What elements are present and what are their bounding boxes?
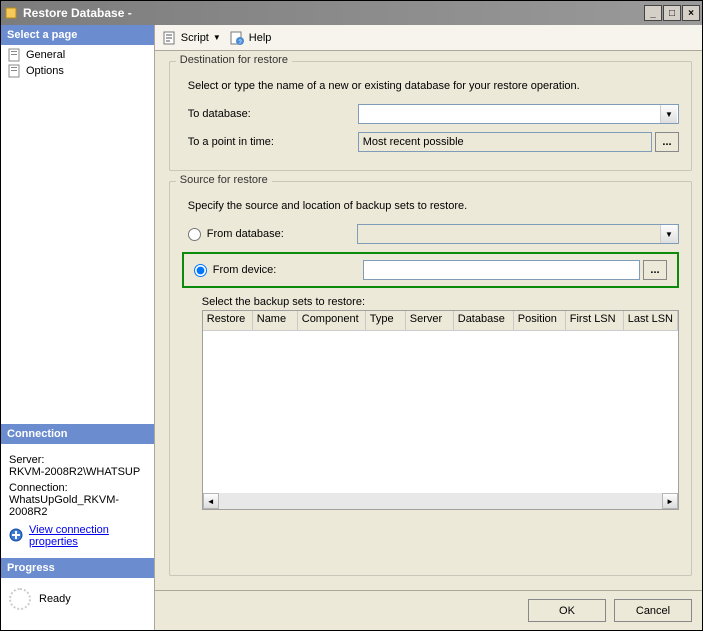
sidebar: Select a page General Options Connection… bbox=[1, 25, 155, 630]
main-panel: Script ▼ ? Help Destination for restore … bbox=[155, 25, 702, 630]
nav-item-options[interactable]: Options bbox=[1, 63, 154, 79]
source-group: Source for restore Specify the source an… bbox=[169, 181, 692, 576]
cancel-button[interactable]: Cancel bbox=[614, 599, 692, 622]
chevron-down-icon: ▼ bbox=[660, 105, 677, 123]
select-page-header: Select a page bbox=[1, 25, 154, 45]
backup-sets-grid[interactable]: Restore Name Component Type Server Datab… bbox=[202, 310, 679, 510]
col-database[interactable]: Database bbox=[454, 311, 514, 330]
scroll-right-icon[interactable]: ► bbox=[662, 493, 678, 509]
to-database-label: To database: bbox=[188, 108, 358, 120]
col-restore[interactable]: Restore bbox=[203, 311, 253, 330]
from-device-highlight: From device: ... bbox=[182, 252, 679, 288]
connection-label: Connection: bbox=[9, 482, 146, 494]
dialog-footer: OK Cancel bbox=[155, 590, 702, 630]
progress-spinner-icon bbox=[9, 588, 31, 610]
maximize-button[interactable]: □ bbox=[663, 5, 681, 21]
chevron-down-icon: ▼ bbox=[213, 33, 221, 42]
from-database-label: From database: bbox=[207, 228, 357, 240]
connection-value: WhatsUpGold_RKVM-2008R2 bbox=[9, 494, 146, 518]
destination-legend: Destination for restore bbox=[176, 54, 292, 66]
minimize-button[interactable]: _ bbox=[644, 5, 662, 21]
view-connection-properties-link[interactable]: View connection properties bbox=[29, 524, 146, 548]
connection-properties-icon bbox=[9, 528, 23, 545]
to-point-value: Most recent possible bbox=[363, 136, 464, 148]
col-type[interactable]: Type bbox=[366, 311, 406, 330]
destination-group: Destination for restore Select or type t… bbox=[169, 61, 692, 171]
chevron-down-icon: ▼ bbox=[660, 225, 677, 243]
server-label: Server: bbox=[9, 454, 146, 466]
help-label: Help bbox=[249, 32, 272, 44]
col-server[interactable]: Server bbox=[406, 311, 454, 330]
script-button[interactable]: Script ▼ bbox=[161, 30, 221, 46]
backup-sets-label: Select the backup sets to restore: bbox=[182, 296, 679, 308]
nav-item-label: Options bbox=[26, 65, 64, 77]
toolbar: Script ▼ ? Help bbox=[155, 25, 702, 51]
title-bar: Restore Database - _ □ × bbox=[1, 1, 702, 25]
source-help: Specify the source and location of backu… bbox=[188, 200, 679, 212]
point-in-time-browse-button[interactable]: ... bbox=[655, 132, 679, 152]
page-icon bbox=[7, 48, 21, 62]
from-device-radio[interactable] bbox=[194, 264, 207, 277]
nav-item-label: General bbox=[26, 49, 65, 61]
from-database-radio[interactable] bbox=[188, 228, 201, 241]
from-device-browse-button[interactable]: ... bbox=[643, 260, 667, 280]
progress-header: Progress bbox=[1, 558, 154, 578]
col-component[interactable]: Component bbox=[298, 311, 366, 330]
col-first-lsn[interactable]: First LSN bbox=[566, 311, 624, 330]
grid-header: Restore Name Component Type Server Datab… bbox=[203, 311, 678, 331]
ok-button[interactable]: OK bbox=[528, 599, 606, 622]
progress-status: Ready bbox=[39, 593, 71, 605]
horizontal-scrollbar[interactable]: ◄ ► bbox=[203, 493, 678, 509]
close-button[interactable]: × bbox=[682, 5, 700, 21]
script-label: Script bbox=[181, 32, 209, 44]
to-point-label: To a point in time: bbox=[188, 136, 358, 148]
script-icon bbox=[161, 30, 177, 46]
help-icon: ? bbox=[229, 30, 245, 46]
grid-body bbox=[203, 331, 678, 493]
page-icon bbox=[7, 64, 21, 78]
nav-item-general[interactable]: General bbox=[1, 47, 154, 63]
col-name[interactable]: Name bbox=[253, 311, 298, 330]
to-point-value-box: Most recent possible bbox=[358, 132, 652, 152]
source-legend: Source for restore bbox=[176, 174, 272, 186]
app-icon bbox=[3, 5, 19, 21]
connection-header: Connection bbox=[1, 424, 154, 444]
from-device-path[interactable] bbox=[363, 260, 640, 280]
from-device-label: From device: bbox=[213, 264, 363, 276]
scroll-left-icon[interactable]: ◄ bbox=[203, 493, 219, 509]
window-title: Restore Database - bbox=[23, 6, 644, 20]
help-button[interactable]: ? Help bbox=[229, 30, 272, 46]
col-last-lsn[interactable]: Last LSN bbox=[624, 311, 678, 330]
server-value: RKVM-2008R2\WHATSUP bbox=[9, 466, 146, 478]
destination-help: Select or type the name of a new or exis… bbox=[188, 80, 679, 92]
to-database-combo[interactable]: ▼ bbox=[358, 104, 679, 124]
col-position[interactable]: Position bbox=[514, 311, 566, 330]
from-database-combo: ▼ bbox=[357, 224, 679, 244]
